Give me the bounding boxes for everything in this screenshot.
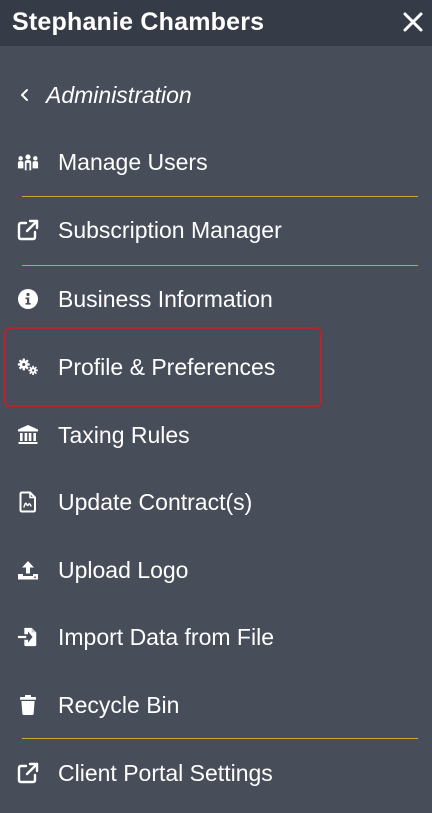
menu-item-manage-users[interactable]: Manage Users [4,136,320,188]
menu-item-label: Subscription Manager [58,217,282,243]
menu-item-label: Business Information [58,286,273,312]
menu-item-upload-logo[interactable]: Upload Logo [4,544,320,596]
menu-item-label: Profile & Preferences [58,354,276,380]
back-to-administration[interactable]: Administration [18,78,192,112]
menu-item-client-portal-settings[interactable]: Client Portal Settings [4,747,320,799]
users-icon [17,151,39,173]
menu-item-import-data[interactable]: Import Data from File [4,611,320,663]
menu-item-label: Taxing Rules [58,422,190,448]
external-link-icon [17,762,39,784]
divider [22,265,418,266]
bank-icon [17,424,39,446]
divider [22,196,418,197]
chevron-left-icon [18,86,32,104]
menu-item-profile-preferences[interactable]: Profile & Preferences [4,327,322,407]
menu-item-label: Manage Users [58,149,208,175]
divider [22,738,418,739]
menu-item-recycle-bin[interactable]: Recycle Bin [4,679,320,731]
drawer-header: Stephanie Chambers [0,0,432,46]
menu-item-taxing-rules[interactable]: Taxing Rules [4,409,320,461]
info-circle-icon [17,288,39,310]
upload-icon [17,559,39,581]
back-label: Administration [46,82,192,108]
menu-item-business-information[interactable]: Business Information [4,273,320,325]
menu-item-label: Import Data from File [58,624,274,650]
close-icon[interactable] [400,8,426,36]
file-signature-icon [17,491,39,513]
menu-item-label: Client Portal Settings [58,760,273,786]
user-name: Stephanie Chambers [12,8,265,36]
navigation-drawer: Stephanie Chambers Administration Manage… [0,0,432,813]
gears-icon [17,356,39,378]
menu-item-label: Update Contract(s) [58,489,253,515]
external-link-icon [17,219,39,241]
menu-item-update-contracts[interactable]: Update Contract(s) [4,476,320,528]
trash-icon [17,694,39,716]
menu-item-subscription-manager[interactable]: Subscription Manager [4,204,320,256]
file-import-icon [17,626,39,648]
menu-item-label: Recycle Bin [58,692,180,718]
menu-item-label: Upload Logo [58,557,189,583]
